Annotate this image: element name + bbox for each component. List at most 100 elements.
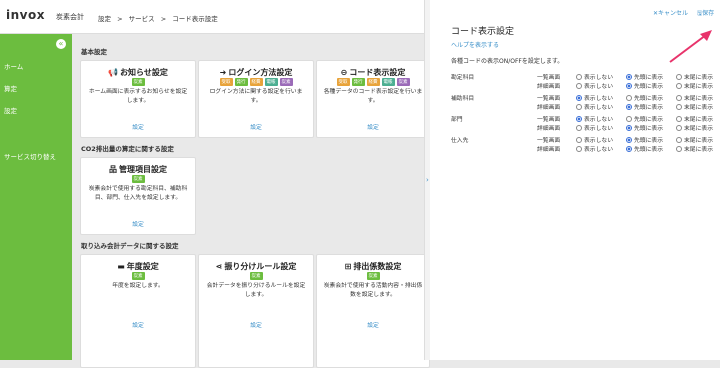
card-login-settings: ➜ ログイン方法設定 受取 発行 経費 電帳 炭素 ログイン方法に関する設定を行います。 …	[198, 60, 314, 138]
radio-option[interactable]: 表示しない	[576, 114, 613, 123]
card-title: ログイン方法設定	[228, 68, 293, 77]
card-settings-link[interactable]: 設定	[317, 122, 429, 131]
card-title: 管理項目設定	[119, 165, 167, 174]
radio-option[interactable]: 表示しない	[576, 144, 613, 153]
card-settings-link[interactable]: 設定	[81, 122, 195, 131]
radio-button[interactable]	[576, 104, 582, 110]
radio-button[interactable]	[676, 74, 682, 80]
card-settings-link[interactable]: 設定	[81, 219, 195, 228]
radio-option[interactable]: 先頭に表示	[626, 144, 663, 153]
radio-button[interactable]	[676, 104, 682, 110]
radio-button[interactable]	[676, 83, 682, 89]
radio-button[interactable]	[626, 83, 632, 89]
radio-button[interactable]	[576, 74, 582, 80]
card-code-display-settings: ⊖ コード表示設定 受取 発行 経費 電帳 炭素 各種データのコード表示設定を行います。 …	[316, 60, 430, 138]
badge-carbon: 炭素	[396, 78, 410, 86]
radio-button[interactable]	[626, 116, 632, 122]
radio-button[interactable]	[576, 95, 582, 101]
radio-option[interactable]: 末尾に表示	[676, 93, 713, 102]
radio-button[interactable]	[676, 116, 682, 122]
radio-label: 表示しない	[584, 147, 613, 153]
card-title: お知らせ設定	[120, 68, 168, 77]
radio-option[interactable]: 表示しない	[576, 123, 613, 132]
card-settings-link[interactable]: 設定	[199, 122, 313, 131]
radio-button[interactable]	[576, 83, 582, 89]
radio-option[interactable]: 先頭に表示	[626, 135, 663, 144]
radio-option[interactable]: 表示しない	[576, 102, 613, 111]
radio-label: 表示しない	[584, 126, 613, 132]
radio-option[interactable]: 表示しない	[576, 135, 613, 144]
badge-carbon: 炭素	[249, 272, 263, 280]
radio-option[interactable]: 先頭に表示	[626, 72, 663, 81]
radio-button[interactable]	[576, 116, 582, 122]
card-description: 会計データを振り分けるルールを設定します。	[206, 283, 306, 298]
radio-option[interactable]: 末尾に表示	[676, 102, 713, 111]
radio-option[interactable]: 先頭に表示	[626, 81, 663, 90]
radio-button[interactable]	[626, 74, 632, 80]
radio-option[interactable]: 末尾に表示	[676, 81, 713, 90]
radio-button[interactable]	[676, 95, 682, 101]
breadcrumb-services[interactable]: サービス	[129, 15, 155, 23]
cancel-button[interactable]: ✕キャンセル	[653, 8, 688, 17]
radio-option[interactable]: 表示しない	[576, 93, 613, 102]
badge-ebook: 電帳	[381, 78, 395, 86]
card-settings-link[interactable]: 設定	[199, 320, 313, 329]
radio-option[interactable]: 先頭に表示	[626, 93, 663, 102]
radio-option[interactable]: 末尾に表示	[676, 123, 713, 132]
card-description: 炭素会計で使用する活動内容・排出係数を設定します。	[323, 283, 423, 298]
card-settings-link[interactable]: 設定	[317, 320, 429, 329]
org-icon: 品	[109, 165, 117, 174]
radio-button[interactable]	[676, 146, 682, 152]
card-description: ログイン方法に関する設定を行います。	[209, 89, 303, 104]
help-link[interactable]: ヘルプを表示する	[451, 40, 499, 49]
card-management-items: 品管理項目設定 炭素 炭素会計で使用する勘定科目、補助科目、部門、仕入先を設定し…	[80, 157, 196, 235]
radio-button[interactable]	[626, 137, 632, 143]
screen-label: 詳細画面	[537, 84, 561, 90]
radio-option[interactable]: 末尾に表示	[676, 135, 713, 144]
radio-label: 表示しない	[584, 105, 613, 111]
code-icon: ⊖	[340, 68, 348, 77]
badge-carbon: 炭素	[279, 78, 293, 86]
screen-label: 一覧画面	[537, 75, 561, 81]
radio-option[interactable]: 表示しない	[576, 72, 613, 81]
radio-label: 末尾に表示	[684, 105, 713, 111]
save-button-label: 保存	[702, 10, 715, 17]
breadcrumb-settings[interactable]: 設定	[98, 15, 111, 23]
radio-button[interactable]	[626, 95, 632, 101]
radio-label: 末尾に表示	[684, 126, 713, 132]
panel-title: コード表示設定	[451, 27, 515, 37]
sidebar-item-switch-service[interactable]: サービス切り替え	[4, 151, 56, 161]
radio-button[interactable]	[576, 137, 582, 143]
radio-option[interactable]: 先頭に表示	[626, 123, 663, 132]
row-label: 仕入先	[451, 138, 469, 144]
radio-button[interactable]	[676, 125, 682, 131]
radio-button[interactable]	[626, 146, 632, 152]
grid-icon: ⊞	[344, 262, 352, 271]
radio-option[interactable]: 末尾に表示	[676, 144, 713, 153]
app-logo[interactable]: invox	[6, 8, 45, 22]
radio-option[interactable]: 末尾に表示	[676, 72, 713, 81]
card-fiscal-year: ▬ 年度設定 炭素 年度を設定します。 設定	[80, 254, 196, 368]
sidebar-item-home[interactable]: ホーム	[4, 61, 23, 71]
top-bar: invox 炭素会計 設定 > サービス > コード表示設定	[0, 0, 424, 34]
sidebar-collapse-icon[interactable]: «	[56, 39, 66, 49]
chevron-right-icon[interactable]: ›	[426, 176, 429, 184]
radio-option[interactable]: 先頭に表示	[626, 102, 663, 111]
sidebar-item-settings[interactable]: 設定	[4, 105, 17, 115]
radio-option[interactable]: 末尾に表示	[676, 114, 713, 123]
save-button[interactable]: 🖫保存	[697, 8, 714, 19]
radio-button[interactable]	[626, 125, 632, 131]
radio-label: 先頭に表示	[634, 126, 663, 132]
radio-button[interactable]	[626, 104, 632, 110]
card-settings-link[interactable]: 設定	[81, 320, 195, 329]
badge-issue: 発行	[351, 78, 365, 86]
radio-option[interactable]: 先頭に表示	[626, 114, 663, 123]
radio-label: 先頭に表示	[634, 147, 663, 153]
radio-option[interactable]: 表示しない	[576, 81, 613, 90]
radio-label: 先頭に表示	[634, 105, 663, 111]
sidebar-item-calc[interactable]: 算定	[4, 83, 17, 93]
radio-button[interactable]	[576, 125, 582, 131]
radio-button[interactable]	[676, 137, 682, 143]
radio-button[interactable]	[576, 146, 582, 152]
radio-label: 末尾に表示	[684, 147, 713, 153]
